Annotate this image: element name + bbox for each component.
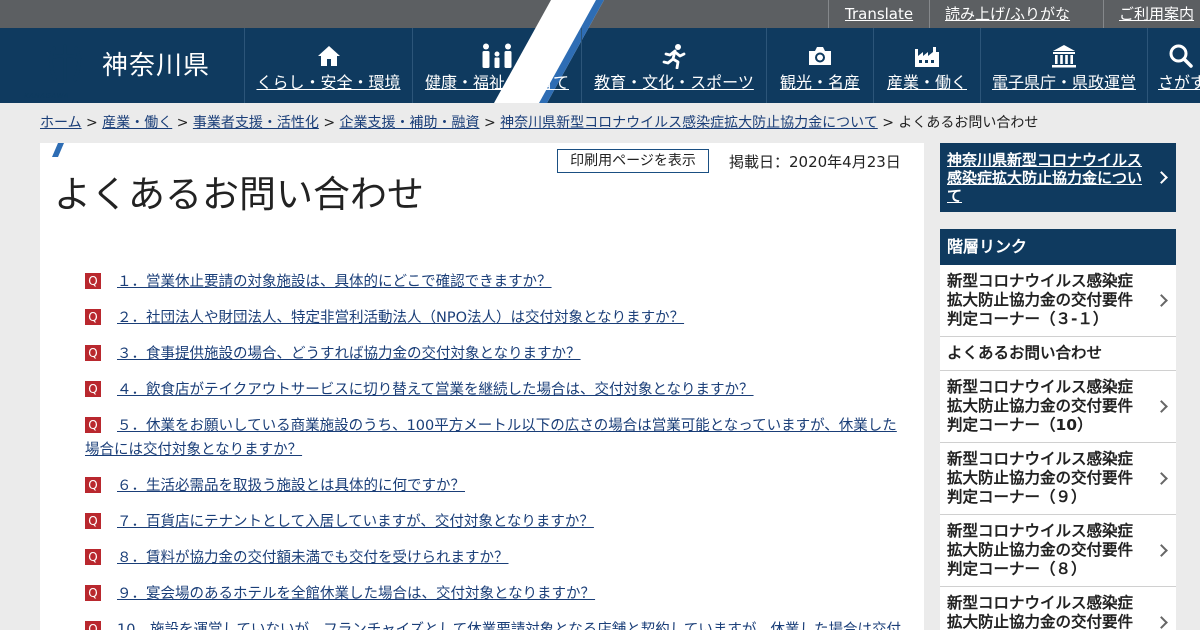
nav-industry-label: 産業・働く — [886, 73, 967, 92]
nav-education-label: 教育・文化・スポーツ — [594, 73, 754, 92]
nav-search[interactable]: さがす — [1147, 28, 1200, 103]
q-badge: Q — [85, 549, 101, 565]
nav-education[interactable]: 教育・文化・スポーツ — [581, 28, 766, 103]
q-badge: Q — [85, 417, 101, 433]
page-title: よくあるお問い合わせ — [54, 173, 424, 216]
faq-item: Q １．営業休止要請の対象施設は、具体的にどこで確認できますか？ — [85, 270, 907, 294]
nav-health[interactable]: 健康・福祉・子育て — [412, 28, 581, 103]
breadcrumb-separator: > — [483, 115, 496, 131]
breadcrumb-separator: > — [176, 115, 189, 131]
site-name: 神奈川県 — [102, 51, 211, 81]
faq-question-link[interactable]: ４．飲食店がテイクアウトサービスに切り替えて営業を継続した場合は、交付対象となり… — [85, 378, 907, 402]
breadcrumb-home[interactable]: ホーム — [40, 115, 82, 131]
faq-item: Q 10．施設を運営していないが、フランチャイズとして休業要請対象となる店舗と契約… — [85, 618, 907, 630]
runner-icon — [662, 44, 686, 69]
nav-living-label: くらし・安全・環境 — [256, 73, 401, 92]
house-icon — [317, 46, 340, 66]
sidebar-parent-label: 神奈川県新型コロナウイルス感染症拡大防止協力金について — [947, 151, 1143, 205]
chevron-right-icon — [1155, 170, 1168, 184]
faq-item: Q ８．賃料が協力金の交付額未満でも交付を受けられますか？ — [85, 546, 907, 570]
breadcrumb-current: よくあるお問い合わせ — [898, 115, 1039, 131]
family-icon — [482, 43, 512, 68]
print-button[interactable]: 印刷用ページを表示 — [557, 149, 709, 173]
q-badge: Q — [85, 273, 101, 289]
sidebar-item-label: よくあるお問い合わせ — [947, 344, 1103, 362]
breadcrumb-separator: > — [882, 115, 894, 131]
factory-icon — [915, 47, 939, 67]
q-badge: Q — [85, 477, 101, 493]
breadcrumb-corporate-support[interactable]: 企業支援・補助・融資 — [340, 115, 480, 131]
chevron-right-icon — [1155, 293, 1168, 307]
sidebar-item-judgement-8[interactable]: 新型コロナウイルス感染症拡大防止協力金の交付要件判定コーナー（８） — [940, 515, 1176, 587]
sidebar-item-label: 新型コロナウイルス感染症拡大防止協力金の交付要件判定コーナー（９） — [947, 450, 1134, 506]
logo-subtext: KANAGAWA — [24, 92, 69, 100]
nav-search-label: さがす — [1158, 73, 1200, 92]
nav-industry[interactable]: 産業・働く — [873, 28, 980, 103]
sidebar-item-judgement-7[interactable]: 新型コロナウイルス感染症拡大防止協力金の交付要件判定コーナー（７） — [940, 587, 1176, 630]
faq-question-link[interactable]: ９．宴会場のあるホテルを全館休業した場合は、交付対象となりますか？ — [85, 582, 907, 606]
nav-living[interactable]: くらし・安全・環境 — [244, 28, 412, 103]
nav-tourism-label: 観光・名産 — [779, 73, 860, 92]
faq-question-link[interactable]: １．営業休止要請の対象施設は、具体的にどこで確認できますか？ — [85, 270, 907, 294]
nav-tourism[interactable]: 観光・名産 — [766, 28, 873, 103]
guide-link[interactable]: ご利用案内 — [1103, 0, 1200, 28]
faq-question-link[interactable]: 10．施設を運営していないが、フランチャイズとして休業要請対象となる店舗と契約し… — [85, 618, 907, 630]
search-icon — [1169, 44, 1193, 68]
q-badge: Q — [85, 381, 101, 397]
breadcrumb: ホーム > 産業・働く > 事業者支援・活性化 > 企業支援・補助・融資 > 神… — [40, 114, 1038, 132]
q-badge: Q — [85, 513, 101, 529]
sidebar-item-label: 新型コロナウイルス感染症拡大防止協力金の交付要件判定コーナー（７） — [947, 594, 1134, 630]
faq-question-link[interactable]: ２．社団法人や財団法人、特定非営利活動法人（NPO法人）は交付対象となりますか？ — [85, 306, 907, 330]
faq-item: Q ２．社団法人や財団法人、特定非営利活動法人（NPO法人）は交付対象となりますか… — [85, 306, 907, 330]
nav-government-label: 電子県庁・県政運営 — [991, 73, 1136, 92]
sidebar-heading: 階層リンク — [940, 229, 1176, 265]
breadcrumb-business-support[interactable]: 事業者支援・活性化 — [193, 115, 319, 131]
faq-list: Q １．営業休止要請の対象施設は、具体的にどこで確認できますか？ Q ２．社団法人や… — [85, 270, 907, 630]
read-aloud-link[interactable]: 読み上げ/ふりがな — [929, 0, 1103, 28]
sidebar-item-label: 新型コロナウイルス感染症拡大防止協力金の交付要件判定コーナー（３-１） — [947, 272, 1134, 328]
faq-item: Q ４．飲食店がテイクアウトサービスに切り替えて営業を継続した場合は、交付対象とな… — [85, 378, 907, 402]
main-content: 印刷用ページを表示 掲載日：2020年4月23日 よくあるお問い合わせ Q １．営… — [40, 143, 924, 630]
government-building-icon — [1052, 45, 1076, 68]
published-date: 掲載日：2020年4月23日 — [729, 153, 901, 171]
sidebar-item-judgement-9[interactable]: 新型コロナウイルス感染症拡大防止協力金の交付要件判定コーナー（９） — [940, 443, 1176, 515]
sidebar-parent-link[interactable]: 神奈川県新型コロナウイルス感染症拡大防止協力金について — [940, 143, 1176, 212]
sidebar-item-current-faq: よくあるお問い合わせ — [940, 337, 1176, 371]
q-badge: Q — [85, 621, 101, 630]
faq-question-link[interactable]: ７．百貨店にテナントとして入居していますが、交付対象となりますか？ — [85, 510, 907, 534]
faq-item: Q ５．休業をお願いしている商業施設のうち、100平方メートル以下の広さの場合は営… — [85, 414, 907, 462]
breadcrumb-separator: > — [323, 115, 336, 131]
chevron-right-icon — [1155, 399, 1168, 413]
faq-question-link[interactable]: ６．生活必需品を取扱う施設とは具体的に何ですか？ — [85, 474, 907, 498]
faq-item: Q ３．食事提供施設の場合、どうすれば協力金の交付対象となりますか？ — [85, 342, 907, 366]
faq-question-link[interactable]: ５．休業をお願いしている商業施設のうち、100平方メートル以下の広さの場合は営業… — [85, 414, 907, 462]
camera-icon — [809, 47, 831, 65]
nav-government[interactable]: 電子県庁・県政運営 — [980, 28, 1147, 103]
sidebar-item-judgement-3-1[interactable]: 新型コロナウイルス感染症拡大防止協力金の交付要件判定コーナー（３-１） — [940, 265, 1176, 337]
nav-health-label: 健康・福祉・子育て — [424, 73, 569, 92]
faq-item: Q ９．宴会場のあるホテルを全館休業した場合は、交付対象となりますか？ — [85, 582, 907, 606]
title-accent-mark — [52, 143, 64, 157]
faq-item: Q ７．百貨店にテナントとして入居していますが、交付対象となりますか？ — [85, 510, 907, 534]
site-logo[interactable]: KANAGAWA 神奈川県 — [0, 0, 604, 103]
faq-question-link[interactable]: ３．食事提供施設の場合、どうすれば協力金の交付対象となりますか？ — [85, 342, 907, 366]
chevron-right-icon — [1155, 615, 1168, 629]
kanagawa-emblem-icon — [48, 44, 82, 84]
faq-question-link[interactable]: ８．賃料が協力金の交付額未満でも交付を受けられますか？ — [85, 546, 907, 570]
chevron-right-icon — [1155, 471, 1168, 485]
sidebar: 神奈川県新型コロナウイルス感染症拡大防止協力金について 階層リンク 新型コロナウ… — [940, 143, 1176, 630]
sidebar-item-label: 新型コロナウイルス感染症拡大防止協力金の交付要件判定コーナー（８） — [947, 522, 1134, 578]
chevron-right-icon — [1155, 543, 1168, 557]
sidebar-item-judgement-10[interactable]: 新型コロナウイルス感染症拡大防止協力金の交付要件判定コーナー（10） — [940, 371, 1176, 443]
breadcrumb-industry[interactable]: 産業・働く — [102, 115, 172, 131]
translate-link[interactable]: Translate — [828, 0, 929, 28]
faq-item: Q ６．生活必需品を取扱う施設とは具体的に何ですか？ — [85, 474, 907, 498]
q-badge: Q — [85, 345, 101, 361]
q-badge: Q — [85, 309, 101, 325]
breadcrumb-cooperation-fund[interactable]: 神奈川県新型コロナウイルス感染症拡大防止協力金について — [500, 115, 878, 131]
sidebar-item-label: 新型コロナウイルス感染症拡大防止協力金の交付要件判定コーナー（10） — [947, 378, 1134, 434]
breadcrumb-separator: > — [86, 115, 98, 131]
q-badge: Q — [85, 585, 101, 601]
